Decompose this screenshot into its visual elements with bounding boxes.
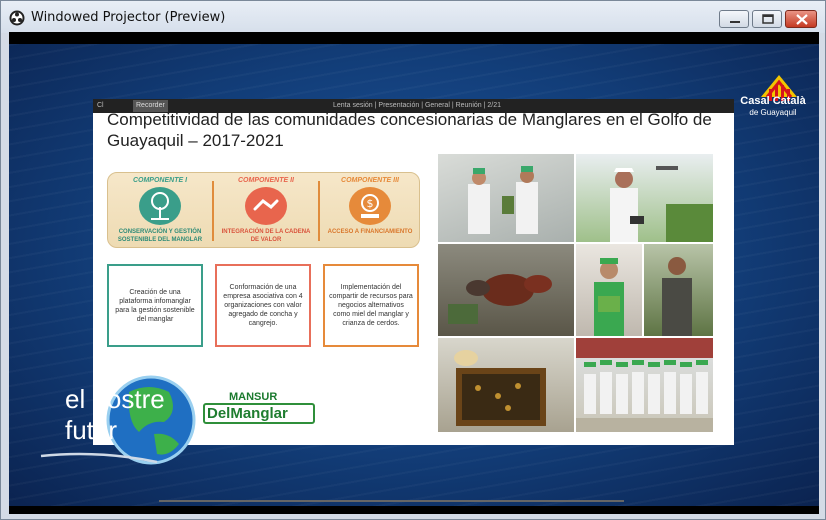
- component-heading: COMPONENTE II: [237, 177, 294, 184]
- photo-collage: [438, 154, 713, 432]
- component-heading: COMPONENTE III: [341, 177, 399, 184]
- description-box-2: Conformación de una empresa asociativa c…: [215, 264, 311, 347]
- photo-drone-operator: [576, 154, 713, 242]
- photo-group-workers: [576, 338, 713, 432]
- description-box-1: Creación de una plataforma infomanglar p…: [107, 264, 203, 347]
- component-2: COMPONENTE II INTEGRACIÓN DE LA CADENA D…: [214, 173, 318, 249]
- maximize-button[interactable]: [752, 10, 782, 28]
- window-title: Windowed Projector (Preview): [31, 10, 226, 25]
- photo-workers-lab: [438, 154, 574, 242]
- mansur-top-text: MANSUR: [229, 391, 278, 403]
- projector-window: Windowed Projector (Preview) Casal Catal…: [0, 0, 826, 520]
- title-bar[interactable]: Windowed Projector (Preview): [1, 1, 825, 33]
- component-1: COMPONENTE I CONSERVACIÓN Y GESTIÓN SOST…: [108, 173, 212, 249]
- component-heading: COMPONENTE I: [132, 177, 188, 184]
- photo-man-mud: [644, 244, 713, 336]
- photo-crab-catch: [438, 244, 574, 336]
- component-label: CONSERVACIÓN Y GESTIÓN SOSTENIBLE DEL MA…: [117, 229, 203, 243]
- component-3: COMPONENTE III $ ACCESO A FINANCIAMIENTO: [318, 173, 422, 249]
- nostre-futur-line1: el nostre: [65, 384, 165, 414]
- description-box-3: Implementación del compartir de recursos…: [323, 264, 419, 347]
- bottom-bar-line: [159, 500, 624, 502]
- money-icon: $: [349, 187, 391, 225]
- mansur-logo: MANSUR DelManglar: [203, 387, 315, 427]
- component-label: INTEGRACIÓN DE LA CADENA DE VALOR: [221, 229, 311, 243]
- minimize-icon: [730, 21, 740, 23]
- handshake-icon: [245, 187, 287, 225]
- projector-canvas: Casal Català de Guayaquil Cl Recorder Le…: [9, 32, 819, 514]
- obs-app-icon: [9, 10, 25, 26]
- mansur-bottom-text: DelManglar: [203, 403, 315, 424]
- close-icon: [796, 14, 808, 25]
- maximize-icon: [762, 14, 774, 24]
- casal-catala-name: Casal Català: [740, 95, 806, 107]
- photo-beehive-frame: [438, 338, 574, 432]
- toolbar-item[interactable]: Cl: [97, 100, 104, 112]
- slide-title: Competitividad de las comunidades conces…: [107, 109, 717, 151]
- nostre-futur-line2: futur: [65, 415, 118, 445]
- svg-text:$: $: [367, 197, 374, 210]
- components-banner: COMPONENTE I CONSERVACIÓN Y GESTIÓN SOST…: [107, 172, 420, 248]
- globe-logo: [40, 375, 196, 465]
- casal-catala-subtitle: de Guayaquil: [749, 108, 797, 117]
- slide-title-line: Guayaquil – 2017-2021: [107, 131, 284, 150]
- close-button[interactable]: [785, 10, 817, 28]
- component-label: ACCESO A FINANCIAMIENTO: [327, 229, 413, 235]
- tree-icon: [139, 187, 181, 225]
- slide-title-line: Competitividad de las comunidades conces…: [107, 110, 712, 129]
- minimize-button[interactable]: [719, 10, 749, 28]
- photo-woman-product: [576, 244, 642, 336]
